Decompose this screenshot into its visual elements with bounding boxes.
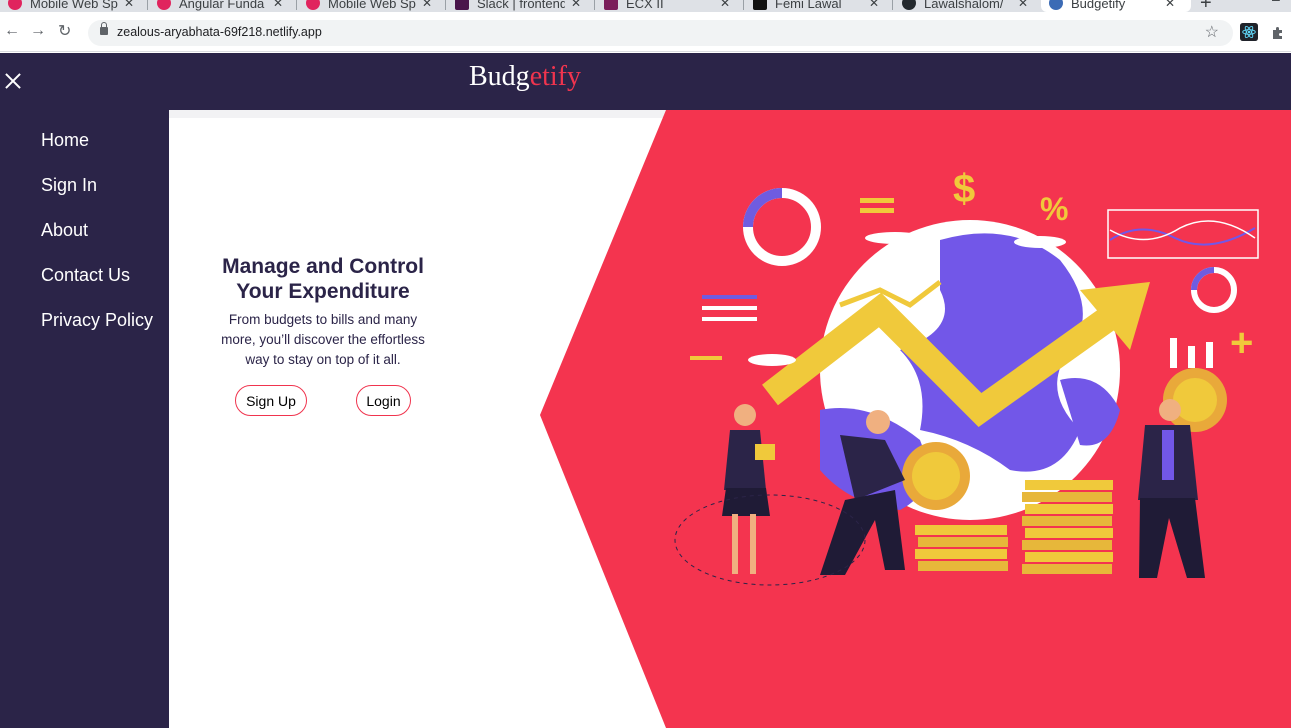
browser-tab[interactable]: Mobile Web Sp ✕: [0, 0, 134, 12]
cloud-icon: [865, 232, 925, 244]
tab-label: Femi Lawal: [775, 0, 842, 11]
sidebar-item-home[interactable]: Home: [41, 130, 89, 151]
close-tab-icon[interactable]: ✕: [1165, 0, 1175, 10]
tab-label: Mobile Web Sp: [30, 0, 118, 11]
tab-label: Lawalshalom/: [924, 0, 1004, 11]
new-tab-button[interactable]: +: [1200, 0, 1212, 12]
tab-label: Angular Funda: [179, 0, 265, 11]
mini-bar: [1188, 346, 1195, 368]
site-header: Budgetify: [0, 53, 1291, 110]
close-tab-icon[interactable]: ✕: [720, 0, 730, 10]
equals-symbol-bar: [860, 208, 894, 213]
hero-section: Manage and Control Your Expenditure From…: [169, 118, 569, 418]
netlify-icon: [1049, 0, 1063, 10]
hero-title: Manage and Control Your Expenditure: [222, 255, 424, 303]
github-icon: [902, 0, 916, 10]
bookmark-star-icon[interactable]: ☆: [1205, 22, 1219, 42]
reload-icon[interactable]: ↻: [58, 21, 71, 41]
sign-up-button[interactable]: Sign Up: [235, 385, 307, 416]
browser-tab[interactable]: Lawalshalom/ ✕: [894, 0, 1028, 12]
close-menu-icon[interactable]: [5, 73, 21, 89]
brand-logo[interactable]: Budgetify: [469, 61, 581, 93]
browser-tab[interactable]: Angular Funda ✕: [149, 0, 283, 12]
list-line: [702, 306, 757, 310]
tab-label: Slack | frontend: [477, 0, 565, 11]
brand-text-main: Budg: [469, 61, 530, 92]
close-tab-icon[interactable]: ✕: [869, 0, 879, 10]
ecx-icon: [604, 0, 618, 10]
cloud-icon: [748, 354, 796, 366]
browser-tab-bar: Mobile Web Sp ✕ Angular Funda ✕ Mobile W…: [0, 0, 1291, 12]
tab-divider: [743, 0, 744, 10]
tab-divider: [594, 0, 595, 10]
lock-icon[interactable]: [100, 22, 108, 35]
tab-divider: [892, 0, 893, 10]
close-tab-icon[interactable]: ✕: [273, 0, 283, 10]
brand-text-accent: etify: [529, 61, 581, 92]
tab-label: Mobile Web Sp: [328, 0, 416, 11]
hero-subtitle: From budgets to bills and many more, you…: [221, 312, 425, 367]
sidebar-item-about[interactable]: About: [41, 220, 88, 241]
forward-icon[interactable]: →: [30, 22, 46, 40]
pink-circle-icon: [306, 0, 320, 10]
percent-symbol: %: [1040, 191, 1068, 227]
sidebar-nav: Home Sign In About Contact Us Privacy Po…: [0, 110, 169, 728]
pink-circle-icon: [157, 0, 171, 10]
browser-tab[interactable]: Slack | frontend ✕: [447, 0, 581, 12]
equals-symbol-bar: [860, 198, 894, 203]
address-bar: ← → ↻ zealous-aryabhata-69f218.netlify.a…: [0, 12, 1291, 52]
finance-illustration: $ % +: [540, 110, 1291, 728]
dollar-symbol: $: [953, 167, 975, 211]
browser-tab[interactable]: ECX II ✕: [596, 0, 730, 12]
url-input[interactable]: zealous-aryabhata-69f218.netlify.app ☆: [88, 20, 1233, 46]
sidebar-item-privacy-policy[interactable]: Privacy Policy: [41, 310, 153, 331]
tab-divider: [296, 0, 297, 10]
extensions-puzzle-icon[interactable]: [1270, 25, 1286, 41]
react-devtools-icon[interactable]: [1240, 23, 1258, 41]
pink-circle-icon: [8, 0, 22, 10]
sidebar-item-sign-in[interactable]: Sign In: [41, 175, 97, 196]
url-text: zealous-aryabhata-69f218.netlify.app: [117, 25, 322, 39]
login-button[interactable]: Login: [356, 385, 411, 416]
browser-tab-active[interactable]: Budgetify ✕: [1041, 0, 1191, 12]
tab-divider: [445, 0, 446, 10]
tab-label: Budgetify: [1071, 0, 1126, 11]
back-icon[interactable]: ←: [4, 22, 20, 40]
browser-tab[interactable]: Femi Lawal ✕: [745, 0, 879, 12]
browser-tab[interactable]: Mobile Web Sp ✕: [298, 0, 432, 12]
mini-bar: [1206, 342, 1213, 368]
tab-divider: [147, 0, 148, 10]
tab-label: ECX II: [626, 0, 664, 11]
mini-bar: [1170, 338, 1177, 368]
dash-line: [690, 356, 722, 360]
large-coin-face: [912, 452, 960, 500]
close-tab-icon[interactable]: ✕: [124, 0, 134, 10]
sidebar-item-contact-us[interactable]: Contact Us: [41, 265, 130, 286]
cloud-icon: [1014, 236, 1066, 248]
raised-coin-face: [1173, 378, 1217, 422]
plus-symbol: +: [1230, 321, 1253, 365]
close-tab-icon[interactable]: ✕: [1018, 0, 1028, 10]
close-tab-icon[interactable]: ✕: [422, 0, 432, 10]
minimize-button[interactable]: –: [1272, 0, 1280, 7]
close-tab-icon[interactable]: ✕: [571, 0, 581, 10]
slack-icon: [455, 0, 469, 10]
list-line: [702, 317, 757, 321]
list-line: [702, 295, 757, 299]
dark-square-icon: [753, 0, 767, 10]
